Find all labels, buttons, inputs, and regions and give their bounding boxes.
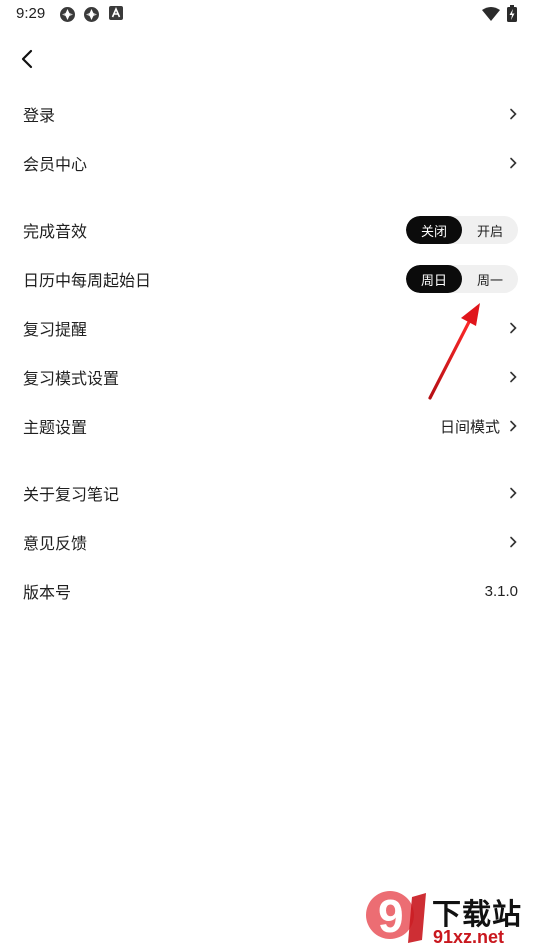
chevron-right-icon: [508, 419, 518, 433]
a-badge-icon: [109, 6, 123, 20]
chevron-right-icon: [508, 107, 518, 121]
status-bar: 9:29: [0, 0, 534, 28]
week-start-toggle: 周日 周一: [406, 265, 518, 293]
completion-sound-toggle: 关闭 开启: [406, 216, 518, 244]
week-start-label: 日历中每周起始日: [23, 271, 152, 290]
chevron-right-icon: [508, 535, 518, 549]
chevron-left-icon: [21, 49, 33, 69]
login-label: 登录: [23, 106, 56, 125]
sync-icon: [84, 7, 99, 22]
chevron-right-icon: [508, 156, 518, 170]
completion-sound-label: 完成音效: [23, 222, 88, 241]
membership-label: 会员中心: [23, 155, 88, 174]
version-label: 版本号: [23, 583, 72, 602]
theme-row[interactable]: 主题设置 日间模式: [0, 403, 534, 449]
theme-value: 日间模式: [439, 417, 500, 436]
login-row[interactable]: 登录: [0, 91, 534, 137]
chevron-right-icon: [508, 321, 518, 335]
sound-on-option[interactable]: 开启: [462, 216, 518, 244]
week-start-row: 日历中每周起始日 周日 周一: [0, 256, 534, 302]
svg-text:9: 9: [378, 890, 404, 942]
week-start-monday-option[interactable]: 周一: [462, 265, 518, 293]
version-value: 3.1.0: [484, 582, 518, 600]
feedback-label: 意见反馈: [23, 534, 88, 553]
sync-icon: [60, 7, 75, 22]
theme-label: 主题设置: [23, 418, 88, 437]
about-label: 关于复习笔记: [23, 485, 120, 504]
status-time: 9:29: [16, 5, 46, 22]
membership-row[interactable]: 会员中心: [0, 140, 534, 186]
feedback-row[interactable]: 意见反馈: [0, 519, 534, 565]
watermark-url: 91xz.net: [433, 927, 505, 947]
version-row: 版本号 3.1.0: [0, 568, 534, 614]
sound-off-option[interactable]: 关闭: [406, 216, 462, 244]
chevron-right-icon: [508, 370, 518, 384]
wifi-icon: [482, 7, 500, 21]
battery-charging-icon: [507, 5, 517, 22]
back-button[interactable]: [12, 44, 42, 74]
week-start-sunday-option[interactable]: 周日: [406, 265, 462, 293]
annotation-arrow-icon: [428, 303, 480, 400]
completion-sound-row: 完成音效 关闭 开启: [0, 207, 534, 253]
chevron-right-icon: [508, 486, 518, 500]
about-row[interactable]: 关于复习笔记: [0, 470, 534, 516]
